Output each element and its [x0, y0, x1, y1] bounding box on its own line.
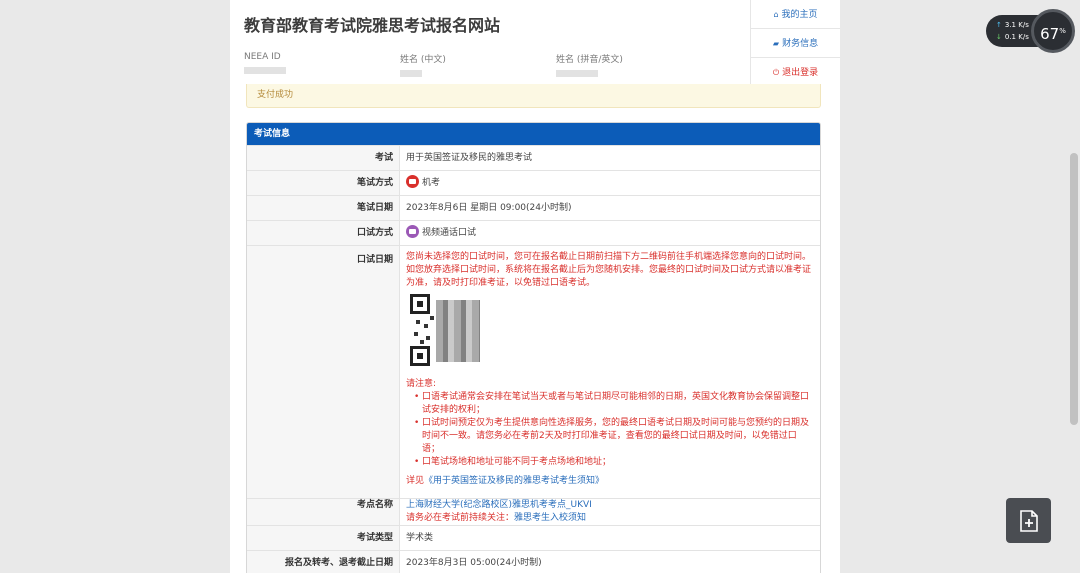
home-icon: ⌂	[773, 10, 779, 19]
upload-speed-value: 3.1	[1004, 21, 1017, 29]
qr-module	[414, 332, 418, 336]
oral-mode-text: 视频通话口试	[422, 228, 477, 238]
name-cn-value-redacted	[400, 70, 422, 77]
usage-gauge[interactable]: 67%	[1031, 9, 1075, 53]
table-row: 笔试方式 机考	[247, 170, 820, 196]
upload-arrow-icon: ↑	[996, 21, 1002, 29]
alert-text: 支付成功	[257, 90, 294, 100]
exam-value: 用于英国签证及移民的雅思考试	[399, 145, 820, 171]
add-note-icon	[1020, 510, 1038, 532]
menu-home[interactable]: ⌂ 我的主页	[751, 0, 840, 29]
exam-info-panel: 考试信息 考试 用于英国签证及移民的雅思考试 笔试方式 机考 笔试日期 2023…	[246, 122, 821, 573]
briefcase-icon: ▰	[772, 39, 780, 48]
written-mode-value: 机考	[399, 170, 820, 196]
qr-finder	[410, 294, 430, 314]
written-date-value: 2023年8月6日 星期日 09:00(24小时制)	[399, 195, 820, 221]
row-label: 考点名称	[247, 498, 400, 526]
user-menu: ⌂ 我的主页 ▰ 财务信息 ⏻ 退出登录	[750, 0, 840, 88]
qr-redacted-area	[436, 300, 480, 362]
row-label: 报名及转考、退考截止日期	[247, 550, 400, 573]
upload-speed-unit: K/s	[1018, 21, 1029, 29]
row-label: 笔试方式	[247, 170, 400, 196]
payment-success-alert: 支付成功	[246, 84, 821, 108]
campus-entry-notice-link[interactable]: 雅思考生入校须知	[514, 513, 586, 523]
venue-value: 上海财经大学(纪念路校区)雅思机考考点_UKVI 请务必在考试前持续关注：雅思考…	[399, 498, 820, 526]
venue-note-prefix: 请务必在考试前持续关注：	[406, 513, 515, 523]
oral-date-instructions: 您尚未选择您的口试时间，您可在报名截止日期前扫描下方二维码前往手机端选择您意向的…	[406, 252, 812, 288]
computer-icon	[406, 175, 419, 188]
name-en-value-redacted	[556, 70, 598, 77]
floating-note-button[interactable]	[1006, 498, 1051, 543]
table-row: 口试方式 视频通话口试	[247, 220, 820, 246]
main-page: 教育部教育考试院雅思考试报名网站 NEEA ID 姓名 (中文) 姓名 (拼音/…	[230, 0, 840, 573]
qr-module	[426, 336, 430, 340]
notes-list: 口语考试通常会安排在笔试当天或者与笔试日期尽可能相邻的日期，英国文化教育协会保留…	[414, 391, 814, 469]
power-icon: ⏻	[772, 68, 780, 77]
site-title: 教育部教育考试院雅思考试报名网站	[244, 16, 501, 35]
table-row: 考点名称 上海财经大学(纪念路校区)雅思机考考点_UKVI 请务必在考试前持续关…	[247, 498, 820, 526]
panel-title: 考试信息	[247, 123, 820, 145]
qr-finder	[410, 346, 430, 366]
list-item: 口试时间预定仅为考生提供意向性选择服务，您的最终口语考试日期及时间可能与您预约的…	[414, 417, 814, 456]
table-row: 报名及转考、退考截止日期 2023年8月3日 05:00(24小时制)	[247, 550, 820, 573]
detail-line: 详见《用于英国签证及移民的雅思考试考生须知》	[406, 475, 814, 488]
candidate-notice-link[interactable]: 《用于英国签证及移民的雅思考试考生须知》	[424, 476, 604, 486]
table-row: 考试类型 学术类	[247, 525, 820, 551]
download-speed-value: 0.1	[1004, 33, 1017, 41]
neea-id-value-redacted	[244, 67, 286, 74]
exam-type-value: 学术类	[399, 525, 820, 551]
exam-info-table: 考试 用于英国签证及移民的雅思考试 笔试方式 机考 笔试日期 2023年8月6日…	[247, 145, 820, 573]
qr-module	[416, 320, 420, 324]
scrollbar-thumb[interactable]	[1070, 153, 1078, 425]
qr-module	[424, 324, 428, 328]
download-speed-unit: K/s	[1018, 33, 1029, 41]
written-mode-text: 机考	[422, 178, 441, 188]
table-row: 口试日期 您尚未选择您的口试时间，您可在报名截止日期前扫描下方二维码前往手机端选…	[247, 245, 820, 499]
detail-prefix: 详见	[406, 476, 425, 486]
neea-id-label: NEEA ID	[244, 52, 281, 62]
name-cn-label: 姓名 (中文)	[400, 55, 446, 65]
neea-id-field: NEEA ID	[244, 52, 286, 74]
qr-module	[420, 340, 424, 344]
header: 教育部教育考试院雅思考试报名网站 NEEA ID 姓名 (中文) 姓名 (拼音/…	[230, 0, 840, 88]
deadline-value: 2023年8月3日 05:00(24小时制)	[399, 550, 820, 573]
usage-percent-unit: %	[1059, 27, 1066, 35]
list-item: 口语考试通常会安排在笔试当天或者与笔试日期尽可能相邻的日期，英国文化教育协会保留…	[414, 391, 814, 417]
name-en-field: 姓名 (拼音/英文)	[556, 52, 623, 77]
list-item: 口笔试场地和地址可能不同于考点场地和地址；	[414, 456, 814, 469]
row-label: 口试方式	[247, 220, 400, 246]
download-arrow-icon: ↓	[996, 33, 1002, 41]
qr-code[interactable]	[410, 294, 482, 366]
oral-mode-value: 视频通话口试	[399, 220, 820, 246]
usage-percent: 67	[1040, 25, 1060, 43]
row-label: 口试日期	[247, 245, 400, 499]
row-label: 考试	[247, 145, 400, 171]
name-en-label: 姓名 (拼音/英文)	[556, 55, 623, 65]
menu-finance-label: 财务信息	[782, 39, 819, 49]
row-label: 考试类型	[247, 525, 400, 551]
qr-module	[430, 316, 434, 320]
menu-finance[interactable]: ▰ 财务信息	[751, 29, 840, 58]
menu-logout-label: 退出登录	[782, 68, 819, 78]
video-call-icon	[406, 225, 419, 238]
name-cn-field: 姓名 (中文)	[400, 52, 446, 77]
row-label: 笔试日期	[247, 195, 400, 221]
menu-home-label: 我的主页	[781, 10, 818, 20]
table-row: 笔试日期 2023年8月6日 星期日 09:00(24小时制)	[247, 195, 820, 221]
venue-note: 请务必在考试前持续关注：雅思考生入校须知	[406, 512, 814, 525]
menu-logout[interactable]: ⏻ 退出登录	[751, 58, 840, 87]
table-row: 考试 用于英国签证及移民的雅思考试	[247, 145, 820, 171]
note-title: 请注意:	[406, 379, 437, 389]
oral-date-value: 您尚未选择您的口试时间，您可在报名截止日期前扫描下方二维码前往手机端选择您意向的…	[399, 245, 820, 499]
venue-link[interactable]: 上海财经大学(纪念路校区)雅思机考考点_UKVI	[406, 499, 814, 512]
